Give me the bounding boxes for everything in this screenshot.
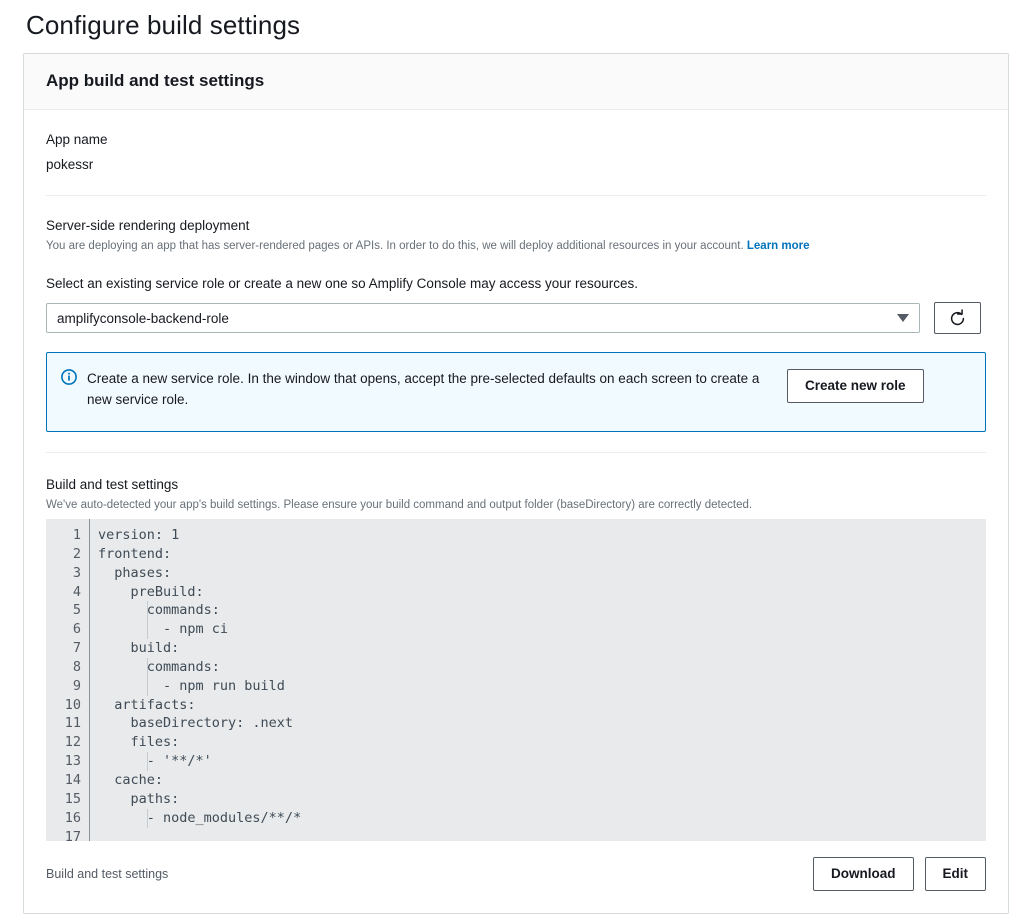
alert-action-wrap: Create new role (777, 367, 924, 403)
card-header-title: App build and test settings (46, 71, 265, 90)
editor-code-line: baseDirectory: .next (98, 715, 294, 732)
editor-code-line: - npm run build (98, 677, 285, 694)
editor-line-number: 1 (72, 527, 81, 543)
editor-line-numbers: 1 2 3 4 5 6 7 8 9 10 11 12 13 14 15 16 17 (46, 519, 90, 841)
editor-line-number: 13 (64, 753, 81, 770)
editor-line-number: 7 (72, 640, 81, 657)
editor-code-line: - node_modules/**/* (98, 809, 302, 826)
editor-code-line: preBuild: (98, 583, 204, 600)
editor-code-line: frontend: (98, 545, 172, 562)
editor-code-line: - npm ci (98, 621, 229, 638)
editor-code-line: artifacts: (98, 696, 196, 713)
ssr-description: You are deploying an app that has server… (46, 236, 986, 255)
create-role-info-alert: Create a new service role. In the window… (46, 352, 986, 432)
editor-indent-guide (146, 601, 148, 640)
service-role-select-label: Select an existing service role or creat… (46, 276, 639, 291)
build-settings-description: We've auto-detected your app's build set… (46, 499, 753, 511)
editor-line-number: 9 (72, 677, 81, 694)
editor-code-line (98, 828, 986, 842)
card-header: App build and test settings (24, 54, 1008, 110)
service-role-select[interactable]: amplifyconsole-backend-role (46, 303, 920, 333)
create-new-role-button[interactable]: Create new role (787, 369, 924, 403)
editor-line-number: 16 (64, 809, 81, 826)
edit-button[interactable]: Edit (924, 857, 986, 891)
editor-line-number: 12 (64, 734, 81, 751)
chevron-down-icon (897, 314, 909, 322)
page-title: Configure build settings (26, 10, 301, 40)
info-circle-icon (61, 369, 77, 390)
editor-line-number: 2 (72, 545, 81, 562)
learn-more-link[interactable]: Learn more (747, 240, 810, 252)
build-and-test-settings-section: Build and test settings We've auto-detec… (46, 453, 986, 841)
editor-line-number: 15 (64, 790, 81, 807)
app-name-field: App name pokessr (46, 110, 986, 175)
editor-line-number: 5 (72, 602, 81, 619)
editor-code-line: version: 1 (98, 527, 180, 543)
editor-code-line: phases: (98, 564, 172, 581)
alert-message: Create a new service role. In the window… (87, 371, 760, 407)
service-role-row: amplifyconsole-backend-role (46, 294, 986, 334)
editor-code-line: cache: (98, 771, 164, 788)
app-name-value: pokessr (46, 157, 94, 172)
footer-actions: Download Edit (813, 857, 986, 891)
ssr-deployment-section: Server-side rendering deployment You are… (46, 196, 986, 432)
editor-line-number: 3 (72, 564, 81, 581)
download-button[interactable]: Download (813, 857, 914, 891)
editor-code-line: files: (98, 734, 180, 751)
buildspec-code-editor[interactable]: 1 2 3 4 5 6 7 8 9 10 11 12 13 14 15 16 17 version: 1 fron… (46, 519, 986, 841)
card-footer: Build and test settings Download Edit (24, 841, 1008, 913)
ssr-heading: Server-side rendering deployment (46, 218, 250, 233)
editor-line-number: 6 (72, 621, 81, 638)
build-settings-heading: Build and test settings (46, 477, 179, 492)
editor-code-line: commands: (98, 602, 220, 619)
editor-code-line: - '**/*' (98, 753, 212, 770)
editor-code-line: commands: (98, 658, 220, 675)
editor-line-number: 4 (72, 583, 81, 600)
footer-label: Build and test settings (46, 867, 169, 881)
editor-line-number: 10 (64, 696, 81, 713)
editor-indent-guide (146, 657, 148, 696)
editor-indent-guide (146, 808, 148, 828)
service-role-selected-value: amplifyconsole-backend-role (57, 310, 229, 326)
editor-code-content[interactable]: version: 1 frontend: phases: preBuild: co… (90, 519, 986, 841)
editor-line-number: 17 (64, 828, 81, 842)
refresh-roles-button[interactable] (934, 302, 981, 334)
card-body: App name pokessr Server-side rendering d… (24, 110, 1008, 841)
refresh-icon (948, 308, 967, 328)
ssr-description-text: You are deploying an app that has server… (46, 240, 744, 252)
editor-line-number: 8 (72, 658, 81, 675)
editor-indent-guide (146, 752, 148, 772)
app-build-settings-card: App build and test settings App name pok… (23, 53, 1009, 914)
app-name-label: App name (46, 132, 108, 147)
editor-line-number: 14 (64, 771, 81, 788)
editor-line-number: 11 (64, 715, 81, 732)
editor-code-line: build: (98, 640, 180, 657)
editor-code-line: paths: (98, 790, 180, 807)
